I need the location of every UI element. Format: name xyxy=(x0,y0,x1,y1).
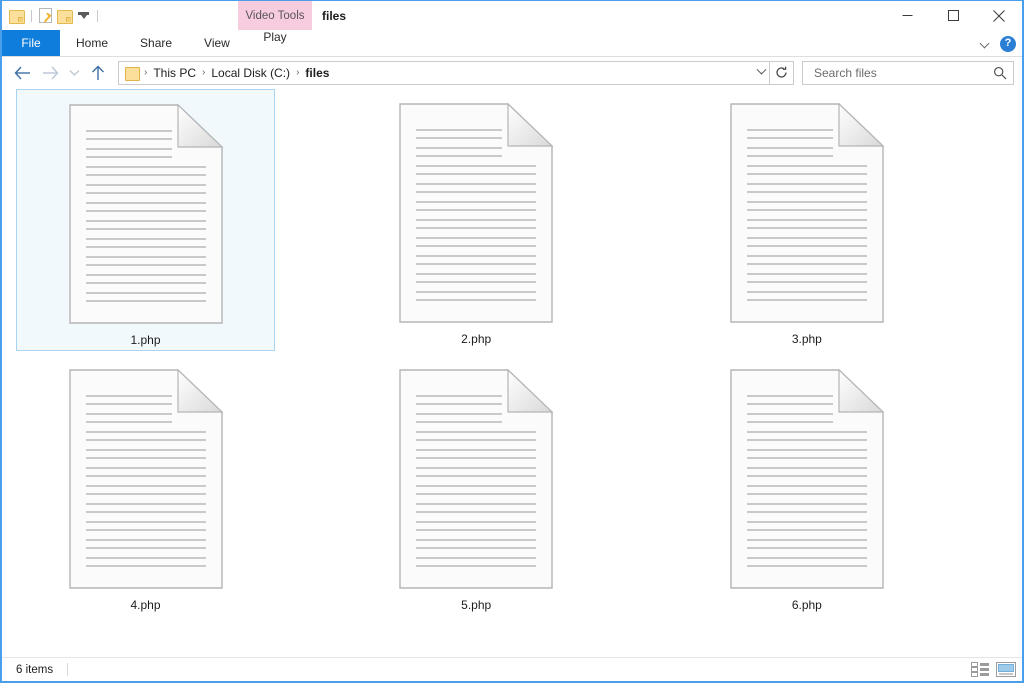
tab-play-label: Play xyxy=(263,30,286,44)
file-name-label: 5.php xyxy=(461,598,491,613)
new-folder-icon[interactable] xyxy=(57,9,72,23)
window-title: files xyxy=(322,1,346,30)
item-count-label: 6 items xyxy=(16,664,53,676)
maximize-button[interactable] xyxy=(930,1,976,30)
back-button[interactable] xyxy=(8,59,36,87)
details-view-button[interactable] xyxy=(971,662,989,678)
chevron-down-icon[interactable] xyxy=(753,62,769,84)
refresh-button[interactable] xyxy=(770,61,794,85)
search-box[interactable] xyxy=(802,61,1014,85)
icon-grid: 1.php xyxy=(2,89,1022,621)
large-icons-view-button[interactable] xyxy=(996,662,1014,678)
help-icon[interactable]: ? xyxy=(1000,36,1016,52)
up-button[interactable] xyxy=(84,59,112,87)
customize-quick-access-icon[interactable] xyxy=(77,9,90,22)
breadcrumb-item-files[interactable]: files xyxy=(300,66,334,80)
tab-share-label: Share xyxy=(140,36,172,50)
file-name-label: 1.php xyxy=(130,333,160,348)
chevron-down-icon[interactable] xyxy=(980,38,991,49)
ribbon-tab-strip: File Home Share View Play ? xyxy=(2,30,1022,57)
quick-access-divider-2 xyxy=(97,10,98,22)
window-controls xyxy=(884,1,1022,30)
close-button[interactable] xyxy=(976,1,1022,30)
breadcrumb-item-local-disk[interactable]: Local Disk (C:) xyxy=(206,66,295,80)
folder-icon xyxy=(125,66,140,80)
breadcrumb-item-this-pc[interactable]: This PC xyxy=(148,66,201,80)
minimize-button[interactable] xyxy=(884,1,930,30)
php-file-icon xyxy=(68,368,224,590)
file-item-5[interactable]: 5.php xyxy=(347,355,606,617)
address-bar: › This PC › Local Disk (C:) › files xyxy=(2,57,1022,89)
file-item-3[interactable]: 3.php xyxy=(677,89,936,351)
tab-play[interactable]: Play xyxy=(238,30,312,44)
tab-share[interactable]: Share xyxy=(124,30,188,56)
file-item-4[interactable]: 4.php xyxy=(16,355,275,617)
properties-icon[interactable] xyxy=(39,8,52,23)
php-file-icon xyxy=(398,368,554,590)
quick-access-toolbar xyxy=(2,1,100,30)
tab-home-label: Home xyxy=(76,36,108,50)
status-divider xyxy=(67,663,68,676)
search-input[interactable] xyxy=(812,65,993,81)
recent-locations-button[interactable] xyxy=(64,59,84,87)
php-file-icon xyxy=(68,103,224,325)
php-file-icon xyxy=(729,102,885,324)
file-item-2[interactable]: 2.php xyxy=(347,89,606,351)
breadcrumb[interactable]: › This PC › Local Disk (C:) › files xyxy=(118,61,770,85)
quick-access-divider-1 xyxy=(31,10,32,22)
contextual-tab-group-header: Video Tools xyxy=(238,1,312,30)
view-mode-buttons xyxy=(971,662,1014,678)
contextual-tab-group-label: Video Tools xyxy=(245,10,304,22)
title-bar: Video Tools files xyxy=(2,1,1022,30)
tab-file[interactable]: File xyxy=(2,30,60,56)
php-file-icon xyxy=(729,368,885,590)
folder-icon[interactable] xyxy=(9,9,24,23)
file-list-view[interactable]: 1.php xyxy=(2,89,1022,657)
forward-button[interactable] xyxy=(36,59,64,87)
status-bar: 6 items xyxy=(2,657,1022,681)
ribbon-controls: ? xyxy=(980,30,1016,57)
file-name-label: 2.php xyxy=(461,332,491,347)
search-icon[interactable] xyxy=(993,66,1007,80)
php-file-icon xyxy=(398,102,554,324)
tab-file-label: File xyxy=(21,36,40,50)
file-name-label: 3.php xyxy=(792,332,822,347)
file-explorer-window: Video Tools files File Home Share xyxy=(0,0,1024,683)
tab-home[interactable]: Home xyxy=(60,30,124,56)
window-title-label: files xyxy=(322,9,346,23)
file-item-1[interactable]: 1.php xyxy=(16,89,275,351)
file-name-label: 6.php xyxy=(792,598,822,613)
tab-view-label: View xyxy=(204,36,230,50)
file-item-6[interactable]: 6.php xyxy=(677,355,936,617)
file-name-label: 4.php xyxy=(130,598,160,613)
